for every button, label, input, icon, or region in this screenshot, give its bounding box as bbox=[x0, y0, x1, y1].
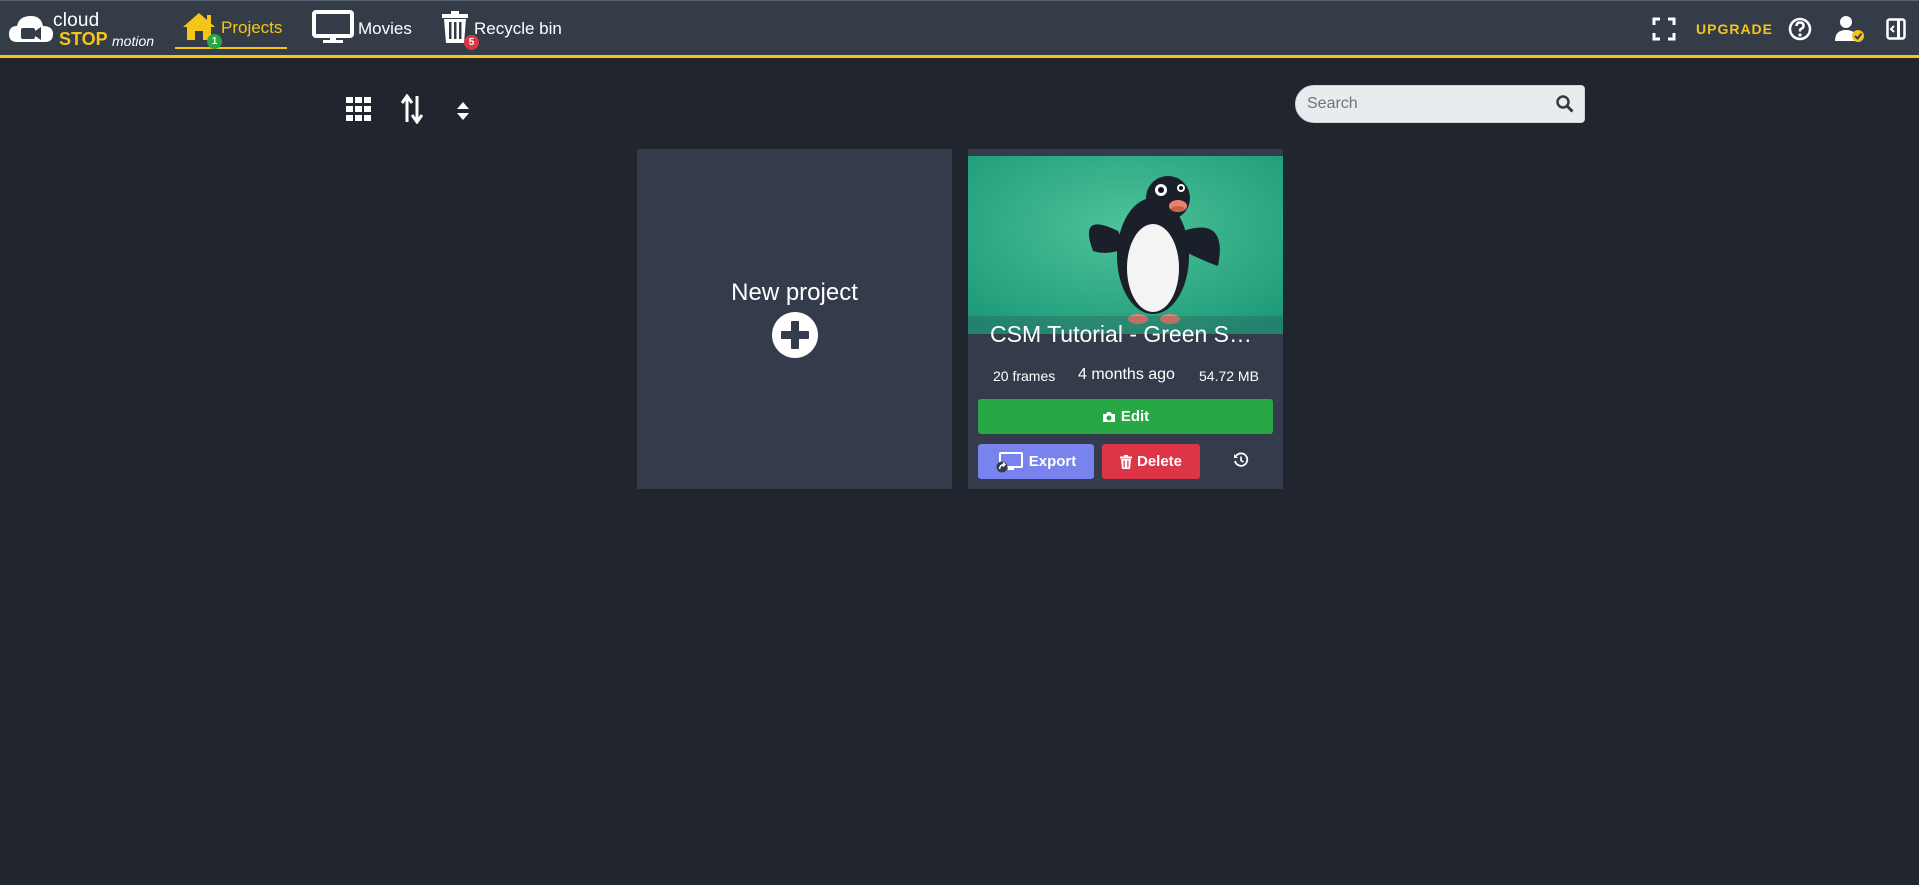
delete-button[interactable]: Delete bbox=[1102, 444, 1200, 479]
help-icon bbox=[1788, 17, 1812, 41]
trash-icon: 5 bbox=[440, 10, 479, 50]
nav-projects-label: Projects bbox=[221, 18, 283, 37]
expand-collapse-button[interactable] bbox=[455, 100, 471, 127]
logo-text-motion: motion bbox=[112, 33, 155, 49]
project-card: CSM Tutorial - Green Screen 20 frames 4 … bbox=[968, 149, 1283, 489]
grid-view-icon bbox=[346, 97, 371, 121]
nav-recycle-bin[interactable]: 5 Recycle bin bbox=[440, 9, 562, 50]
home-icon: 1 bbox=[181, 10, 222, 49]
sidebar-toggle-button[interactable] bbox=[1886, 11, 1906, 47]
nav-recycle-label: Recycle bin bbox=[474, 19, 562, 38]
history-button[interactable] bbox=[1216, 444, 1266, 479]
cloud-camera-icon bbox=[9, 16, 53, 42]
monitor-icon bbox=[312, 9, 354, 49]
app-logo[interactable]: cloud STOP motion bbox=[7, 9, 157, 51]
project-file-size: 54.72 MB bbox=[1199, 368, 1259, 384]
export-button[interactable]: Export bbox=[978, 444, 1094, 479]
edit-button[interactable]: Edit bbox=[978, 399, 1273, 434]
search-icon[interactable] bbox=[1556, 95, 1574, 118]
logo-text-stop: STOP bbox=[59, 29, 108, 49]
history-icon bbox=[1233, 452, 1249, 472]
project-thumbnail[interactable] bbox=[968, 156, 1283, 334]
plus-circle-icon bbox=[771, 311, 819, 364]
help-button[interactable] bbox=[1788, 11, 1812, 47]
user-check-icon bbox=[1835, 16, 1864, 42]
project-modified-time: 4 months ago bbox=[1078, 366, 1175, 383]
grid-view-button[interactable] bbox=[346, 97, 372, 126]
export-button-label: Export bbox=[1028, 453, 1077, 470]
export-icon bbox=[996, 451, 1024, 473]
sort-button[interactable] bbox=[400, 93, 424, 129]
expand-collapse-icon bbox=[457, 102, 469, 120]
new-project-card[interactable]: New project bbox=[637, 149, 952, 489]
fullscreen-icon bbox=[1652, 17, 1676, 41]
recycle-count-badge: 5 bbox=[464, 34, 479, 50]
sort-icon bbox=[400, 93, 424, 125]
nav-movies-label: Movies bbox=[358, 19, 412, 38]
camera-icon bbox=[1102, 411, 1116, 423]
top-navbar: cloud STOP motion 1 Projects Movies 5 Re… bbox=[0, 0, 1919, 58]
nav-movies[interactable]: Movies bbox=[312, 9, 412, 49]
delete-button-label: Delete bbox=[1136, 453, 1183, 470]
fullscreen-button[interactable] bbox=[1652, 11, 1676, 47]
account-button[interactable] bbox=[1835, 11, 1865, 47]
sidebar-toggle-icon bbox=[1886, 18, 1906, 40]
project-frame-count: 20 frames bbox=[993, 368, 1056, 384]
trash-icon bbox=[1119, 454, 1132, 469]
upgrade-link[interactable]: UPGRADE bbox=[1696, 11, 1773, 47]
project-title[interactable]: CSM Tutorial - Green Screen bbox=[968, 316, 1283, 356]
search-input[interactable] bbox=[1296, 86, 1546, 122]
edit-button-label: Edit bbox=[1120, 408, 1150, 425]
new-project-label: New project bbox=[731, 279, 858, 306]
projects-count-badge: 1 bbox=[207, 33, 222, 49]
search-bar bbox=[1295, 85, 1585, 123]
nav-projects[interactable]: 1 Projects bbox=[175, 9, 287, 49]
penguin-thumbnail-image bbox=[968, 156, 1283, 334]
